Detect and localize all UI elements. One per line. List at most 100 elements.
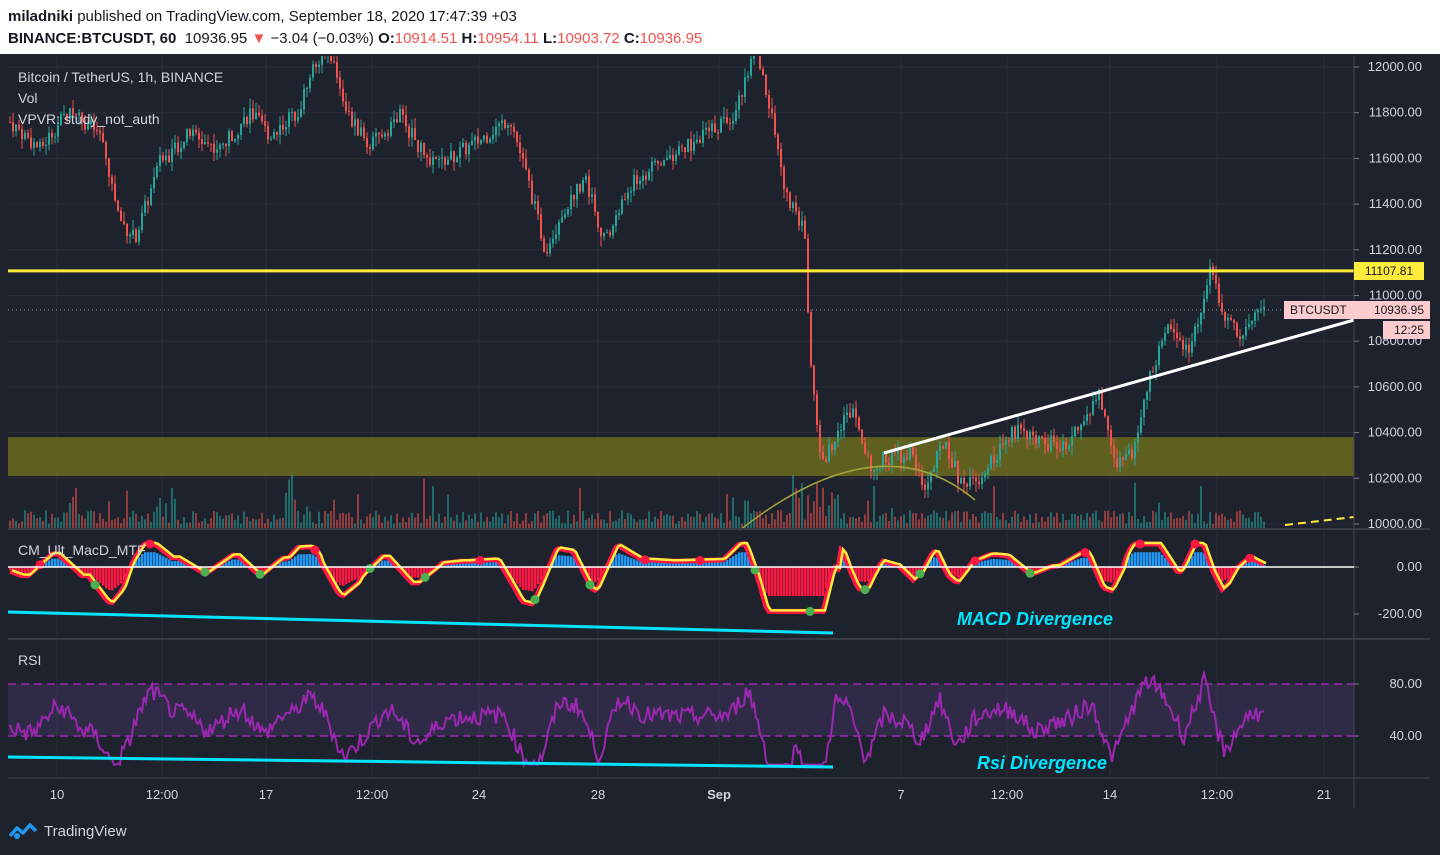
candle-body: [54, 136, 56, 138]
volume-bar: [318, 511, 320, 528]
candle-body: [462, 142, 464, 148]
volume-bar: [108, 501, 110, 528]
volume-bar: [225, 515, 227, 528]
volume-bar: [1257, 511, 1259, 528]
volume-bar: [1134, 482, 1136, 528]
volume-bar: [993, 485, 995, 528]
macd-histogram-bar: [765, 567, 768, 594]
volume-bar: [924, 518, 926, 528]
volume-bar: [189, 522, 191, 528]
candle-body: [495, 126, 497, 136]
volume-bar: [1245, 518, 1247, 528]
candle-body: [855, 408, 857, 418]
macd-histogram-bar: [1146, 552, 1149, 568]
candle-body: [1242, 335, 1244, 340]
volume-bar: [720, 513, 722, 528]
candle-body: [627, 192, 629, 200]
candle-body: [387, 133, 389, 136]
candle-body: [426, 155, 428, 158]
candle-body: [615, 215, 617, 227]
candle-body: [654, 160, 656, 162]
candle-body: [564, 214, 566, 218]
volume-bar: [513, 521, 515, 528]
candle-body: [456, 157, 458, 163]
volume-bar: [585, 519, 587, 528]
candle-body: [972, 477, 974, 479]
candle-body: [165, 155, 167, 161]
candle-body: [51, 132, 53, 138]
candle-body: [459, 147, 461, 158]
candle-body: [966, 483, 968, 487]
candle-body: [15, 124, 17, 132]
rsi-legend[interactable]: RSI: [18, 652, 41, 668]
macd-histogram-bar: [354, 567, 357, 580]
volume-bar: [1188, 511, 1190, 528]
volume-bar: [291, 474, 293, 528]
macd-histogram-bar: [1227, 567, 1230, 579]
candle-body: [207, 142, 209, 144]
macd-histogram-bar: [165, 557, 168, 568]
volume-bar: [1038, 522, 1040, 528]
macd-histogram-bar: [114, 567, 117, 588]
candle-body: [1044, 438, 1046, 445]
price-axis[interactable]: 12000.00 11800.00 11600.00 11400.00 11200.00…: [1354, 59, 1422, 743]
volume-bar: [429, 515, 431, 528]
volume-bar: [351, 517, 353, 528]
time-tick-label: 12:00: [356, 787, 389, 802]
macd-cross-dot: [1080, 548, 1090, 558]
candle-body: [411, 128, 413, 138]
volume-bar: [195, 513, 197, 528]
macd-histogram-bar: [816, 567, 819, 597]
volume-bar: [1173, 518, 1175, 528]
time-tick-label: 28: [591, 787, 605, 802]
volume-bar: [324, 511, 326, 528]
candle-body: [108, 158, 110, 177]
candle-body: [336, 61, 338, 78]
volume-bar: [648, 511, 650, 528]
volume-bar: [645, 518, 647, 528]
candle-body: [102, 133, 104, 143]
volume-bar: [336, 519, 338, 528]
volume-bar: [156, 506, 158, 528]
volume-bar: [1233, 521, 1235, 528]
volume-bar: [1113, 511, 1115, 528]
macd-histogram-bar: [996, 559, 999, 568]
tradingview-brand[interactable]: TradingView: [8, 822, 127, 840]
time-axis[interactable]: 10 12:00 17 12:00 24 28 Sep 7 12:00 14 12:00 21: [50, 787, 1331, 802]
volume-bar: [1059, 522, 1061, 528]
volume-bar: [693, 517, 695, 528]
volume-bar: [636, 522, 638, 528]
volume-bar: [132, 510, 134, 528]
volume-bar: [57, 517, 59, 528]
volume-bar: [27, 513, 29, 528]
candle-body: [414, 128, 416, 140]
volume-legend[interactable]: Vol: [18, 90, 37, 106]
volume-bar: [687, 513, 689, 528]
volume-bar: [678, 521, 680, 528]
macd-divergence-label[interactable]: MACD Divergence: [957, 609, 1113, 629]
candle-body: [438, 159, 440, 161]
candle-body: [543, 238, 545, 252]
volume-bar: [768, 523, 770, 528]
candle-body: [1158, 346, 1160, 366]
macd-legend[interactable]: CM_Ult_MacD_MTF: [18, 542, 146, 558]
chart-canvas[interactable]: 12000.00 11800.00 11600.00 11400.00 11200.00…: [0, 0, 1440, 808]
main-legend-title[interactable]: Bitcoin / TetherUS, 1h, BINANCE: [18, 69, 223, 85]
volume-bar: [579, 488, 581, 528]
candle-body: [120, 210, 122, 222]
candle-body: [807, 238, 809, 313]
macd-histogram-bar: [1149, 552, 1152, 568]
time-tick-label: 7: [897, 787, 904, 802]
candle-body: [249, 108, 251, 125]
candle-body: [342, 88, 344, 102]
candle-body: [378, 132, 380, 135]
volume-bar: [1254, 512, 1256, 528]
candle-body: [318, 64, 320, 68]
rsi-divergence-label[interactable]: Rsi Divergence: [977, 753, 1107, 773]
candle-body: [39, 141, 41, 148]
volume-bar: [180, 523, 182, 528]
candle-body: [1119, 457, 1121, 468]
volume-bar: [279, 518, 281, 528]
macd-histogram-bar: [807, 567, 810, 597]
vpvr-legend[interactable]: VPVR: study_not_auth: [18, 111, 160, 127]
